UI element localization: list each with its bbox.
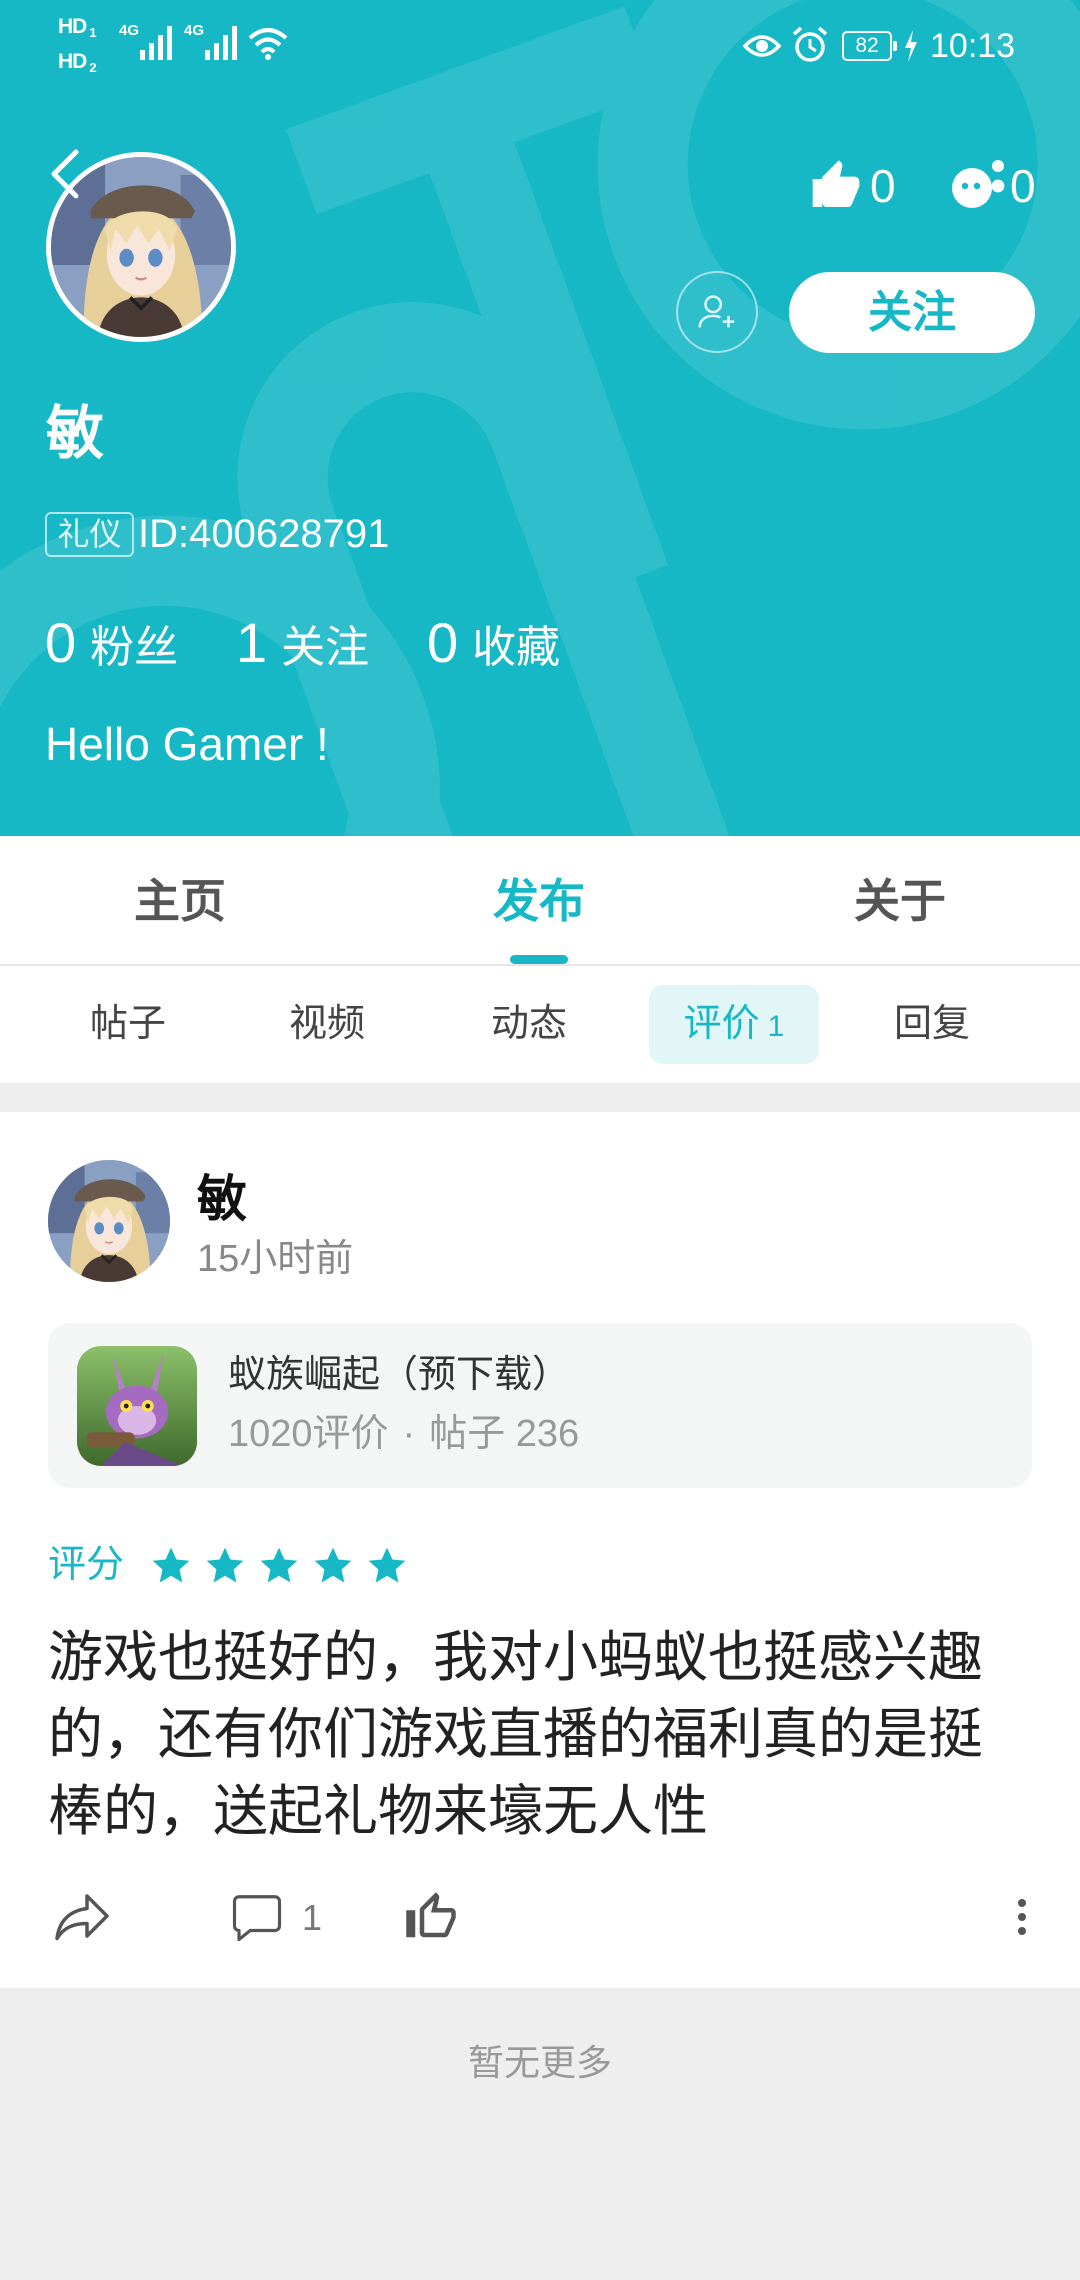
network-type-1: 4G [119,22,140,39]
rating-label: 评分 [48,1544,125,1586]
tab-home[interactable]: 主页 [90,836,270,964]
network-type-2: 4G [184,22,205,39]
visitors-count: 0 [1010,160,1036,212]
fans-count: 0 [45,611,77,674]
profile-bio: Hello Gamer ! [45,718,329,770]
game-icon [77,1346,197,1466]
favorites-stat[interactable]: 0 收藏 [427,605,560,680]
rating-star-filled [368,1547,406,1583]
subtab-replies[interactable]: 回复 [847,985,1017,1064]
share-icon [55,1894,109,1941]
review-card[interactable]: 敏 15小时前 蚁族崛起（预下载） 1020评价 · 帖子 236 评分 游戏也… [0,1112,1080,1988]
game-post-count: 帖子 236 [429,1413,580,1455]
game-review-count: 1020评价 [228,1413,389,1455]
sub-tabs: 帖子 视频 动态 评价 1 回复 [0,966,1080,1083]
subtab-videos[interactable]: 视频 [242,985,412,1064]
alarm-icon [792,26,828,62]
subtab-reviews-label: 评价 [683,1003,760,1045]
likes-received-button[interactable] [808,158,864,214]
rating-star-filled [314,1547,352,1583]
signal-icon [205,26,237,60]
add-friend-icon [698,295,735,328]
visitors-button[interactable] [948,156,1008,212]
clock: 10:13 [930,27,1016,65]
game-title: 蚁族崛起（预下载） [228,1354,571,1396]
visitor-face-icon [952,160,1005,208]
user-badge[interactable]: 礼仪 [45,512,134,557]
user-id: ID:400628791 [138,512,390,556]
comment-button[interactable] [230,1890,284,1944]
battery-indicator: 82 [842,31,897,61]
tab-posts[interactable]: 发布 [449,836,629,964]
main-tabs: 主页 发布 关于 [0,836,1080,964]
hd-voice-badge-1: HD 1 [58,15,97,40]
profile-name: 敏 [46,401,105,466]
active-tab-indicator [510,955,568,964]
subtab-moments[interactable]: 动态 [444,985,614,1064]
favorites-label: 收藏 [472,623,561,672]
comment-count: 1 [302,1897,323,1938]
game-card[interactable]: 蚁族崛起（预下载） 1020评价 · 帖子 236 [48,1323,1032,1488]
back-arrow-icon [51,149,79,199]
tab-about[interactable]: 关于 [810,836,990,964]
following-count: 1 [236,611,268,674]
eye-comfort-icon [742,35,782,57]
game-meta: 1020评价 · 帖子 236 [228,1409,579,1459]
no-more-content: 暂无更多 [467,2042,612,2083]
likes-count: 0 [870,160,896,212]
rating-star-filled [260,1547,298,1583]
following-label: 关注 [281,623,370,672]
subtab-reviews[interactable]: 评价 1 [649,985,819,1064]
more-vertical-icon [1018,1899,1026,1935]
post-author-avatar[interactable] [48,1160,170,1282]
charging-bolt-icon [905,30,917,62]
meta-separator: · [402,1413,416,1455]
thumbs-up-icon [812,160,860,207]
profile-header: HD 1 HD 2 4G 4G 82 10:13 0 0 关注 敏 礼仪 ID:… [0,0,1080,836]
hd-voice-badge-2: HD 2 [58,50,97,75]
like-outline-icon [406,1892,456,1938]
rating-stars [150,1545,420,1587]
subtab-threads[interactable]: 帖子 [43,985,213,1064]
wifi-icon [248,28,288,60]
watermark-logo [0,0,1080,836]
favorites-count: 0 [427,611,459,674]
signal-icon [140,26,172,60]
back-button[interactable] [48,148,84,200]
fans-stat[interactable]: 0 粉丝 [45,605,178,680]
subtab-reviews-count: 1 [767,1010,785,1043]
share-button[interactable] [52,1886,112,1946]
rating-star-filled [152,1547,190,1583]
avatar-image [48,1160,170,1282]
game-icon-image [77,1346,197,1466]
post-author-name[interactable]: 敏 [197,1168,247,1230]
review-text: 游戏也挺好的，我对小蚂蚁也挺感兴趣的，还有你们游戏直播的福利真的是挺棒的，送起礼… [48,1626,984,1842]
more-options-button[interactable] [1008,1894,1036,1940]
fans-label: 粉丝 [90,623,179,672]
post-time: 15小时前 [197,1238,354,1280]
following-stat[interactable]: 1 关注 [236,605,369,680]
comment-icon [232,1895,282,1942]
add-friend-button[interactable] [676,271,758,353]
rating-star-filled [206,1547,244,1583]
like-button[interactable] [404,1890,458,1944]
follow-button[interactable]: 关注 [789,272,1035,353]
